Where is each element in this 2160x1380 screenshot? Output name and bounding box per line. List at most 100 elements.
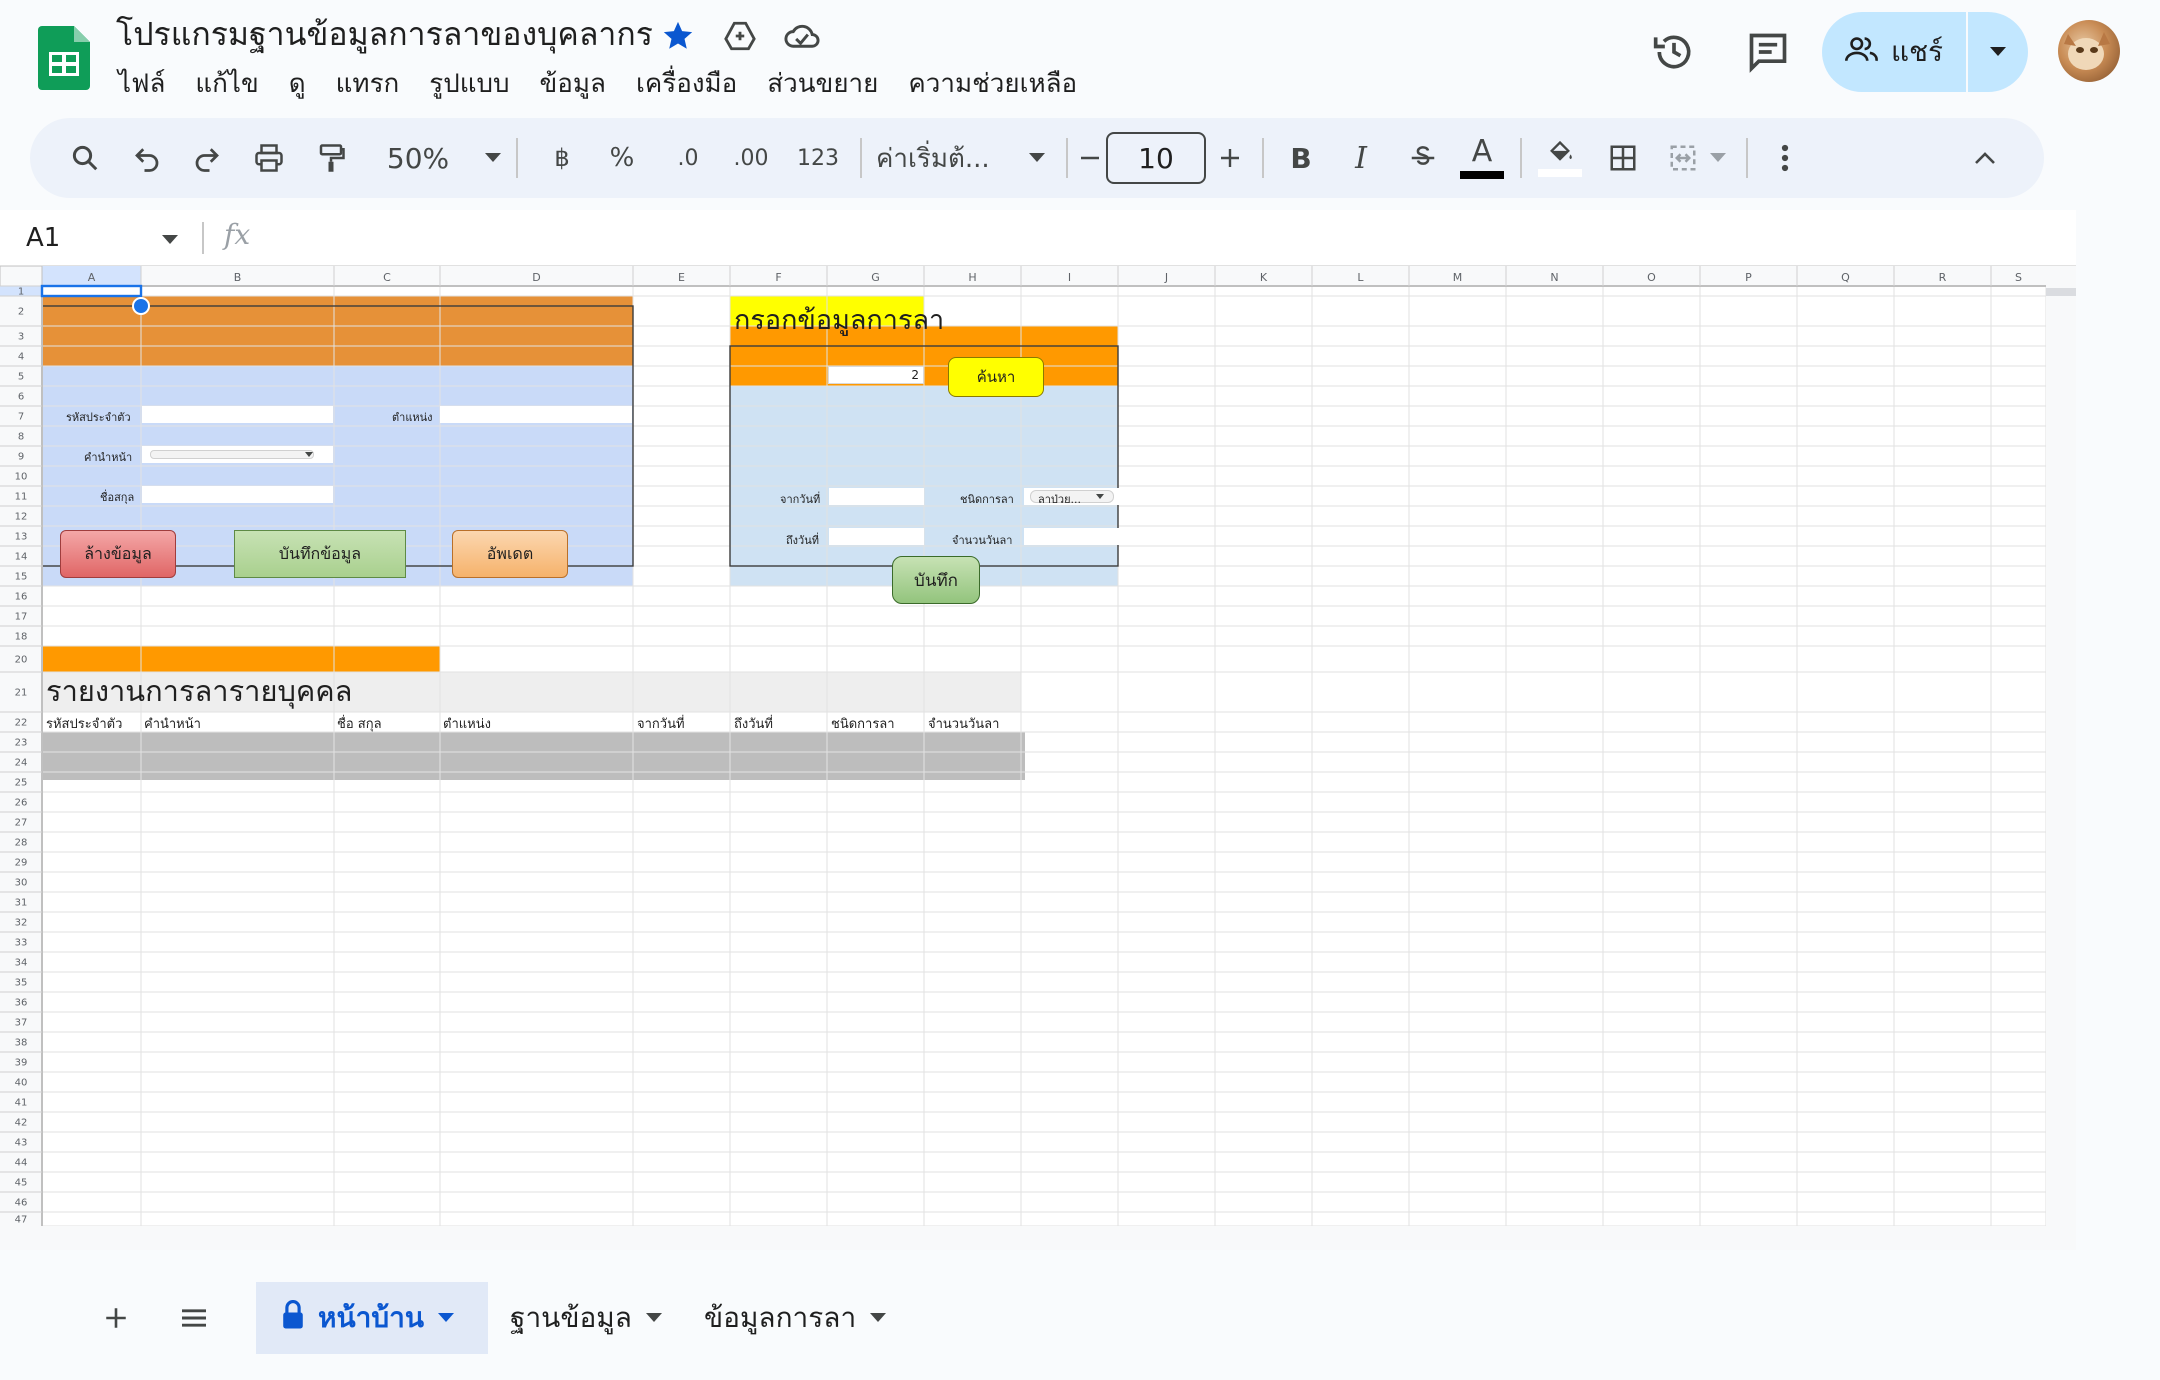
column-header-b: B [234, 271, 242, 284]
id-input[interactable] [142, 406, 333, 423]
all-sheets-icon[interactable] [164, 1282, 224, 1354]
menu-help[interactable]: ความช่วยเหลือ [893, 62, 1092, 106]
row-header-23: 23 [15, 738, 28, 749]
sheet-tab-leave-data[interactable]: ข้อมูลการลา [678, 1282, 912, 1354]
toolbar-divider [516, 138, 518, 178]
row-header-7: 7 [18, 412, 24, 423]
column-header-q: Q [1841, 271, 1850, 284]
row-header-31: 31 [15, 898, 28, 909]
bold-icon[interactable]: B [1276, 118, 1326, 198]
zoom-select[interactable]: 50% [368, 118, 468, 198]
decrease-decimal-button[interactable]: .0 [660, 118, 716, 198]
column-header-p: P [1745, 271, 1752, 284]
prefix-dropdown[interactable] [142, 446, 333, 463]
row-header-17: 17 [15, 612, 28, 623]
increase-decimal-button[interactable]: .00 [720, 118, 782, 198]
column-header-o: O [1647, 271, 1656, 284]
paint-format-icon[interactable] [306, 118, 356, 198]
position-input[interactable] [440, 406, 632, 423]
leave-type-dropdown[interactable]: ลาป่วย... [1024, 488, 1119, 506]
toolbar-divider [860, 138, 862, 178]
save-data-button[interactable]: บันทึกข้อมูล [234, 530, 406, 578]
menu-extensions[interactable]: ส่วนขยาย [752, 62, 893, 106]
menu-file[interactable]: ไฟล์ [118, 62, 180, 106]
strikethrough-icon[interactable] [1398, 118, 1448, 198]
search-button[interactable]: ค้นหา [948, 357, 1044, 397]
menu-tools[interactable]: เครื่องมือ [621, 62, 752, 106]
font-size-input[interactable]: 10 [1106, 132, 1206, 184]
row-header-18: 18 [15, 632, 28, 643]
row-header-6: 6 [18, 392, 24, 403]
zoom-dropdown-icon[interactable] [468, 118, 518, 198]
name-box-dropdown-icon[interactable] [162, 230, 178, 249]
menu-view[interactable]: ดู [274, 62, 321, 106]
update-button[interactable]: อัพเดต [452, 530, 568, 578]
menu-data[interactable]: ข้อมูล [525, 62, 621, 106]
vertical-scrollbar [2046, 266, 2076, 1226]
chevron-down-icon [437, 1313, 454, 1322]
clear-data-button[interactable]: ล้างข้อมูล [60, 530, 176, 578]
share-label: แชร์ [1890, 35, 1944, 68]
menu-edit[interactable]: แก้ไข [180, 62, 273, 106]
menu-format[interactable]: รูปแบบ [414, 62, 524, 106]
decrease-font-size-button[interactable] [1072, 118, 1108, 198]
search-icon[interactable] [60, 118, 110, 198]
history-icon[interactable] [1644, 22, 1704, 82]
add-sheet-icon[interactable] [86, 1282, 146, 1354]
share-dropdown-button[interactable] [1968, 12, 2028, 92]
collapse-icon[interactable] [1960, 118, 2010, 198]
chevron-down-icon [870, 1313, 887, 1322]
share-main-button[interactable]: แชร์ [1822, 12, 1966, 92]
merge-dropdown-icon[interactable] [1700, 118, 1736, 198]
report-col-position: ตำแหน่ง [443, 717, 491, 732]
sheet-tab-database[interactable]: ฐานข้อมูล [484, 1282, 688, 1354]
row-header-35: 35 [15, 978, 28, 989]
report-col-name: ชื่อ สกุล [337, 717, 382, 732]
name-box[interactable]: A1 [26, 210, 60, 266]
from-date-input[interactable] [829, 488, 924, 505]
text-color-icon[interactable]: A [1454, 118, 1510, 198]
report-title-band [42, 646, 440, 672]
sheet-tab-label: หน้าบ้าน [318, 1301, 424, 1334]
comment-icon[interactable] [1738, 22, 1798, 82]
font-family-dropdown-icon[interactable] [1020, 118, 1054, 198]
row-header-26: 26 [15, 798, 28, 809]
fill-color-icon[interactable] [1530, 118, 1590, 198]
leave-days-label: จำนวนวันลา [952, 534, 1013, 547]
number-format-button[interactable]: 123 [786, 118, 850, 198]
selection-handle [132, 297, 150, 315]
avatar[interactable] [2058, 20, 2120, 82]
cloud-saved-icon[interactable] [782, 16, 822, 56]
leave-days-input[interactable] [1024, 528, 1119, 545]
percent-format-button[interactable]: % [600, 118, 644, 198]
star-icon[interactable] [658, 16, 698, 56]
row-header-20: 20 [15, 655, 28, 666]
toolbar-divider [1066, 138, 1068, 178]
to-date-input[interactable] [829, 528, 924, 545]
row-header-33: 33 [15, 938, 28, 949]
menu-insert[interactable]: แทรก [321, 62, 415, 106]
print-icon[interactable] [244, 118, 294, 198]
save-leave-button[interactable]: บันทึก [892, 556, 980, 604]
font-family-select[interactable]: ค่าเริ่มต้... [876, 118, 1026, 198]
sheet-tab-home[interactable]: หน้าบ้าน [256, 1282, 488, 1354]
increase-font-size-button[interactable] [1212, 118, 1248, 198]
redo-icon[interactable] [182, 118, 232, 198]
undo-icon[interactable] [122, 118, 172, 198]
sheets-logo-icon[interactable] [38, 26, 90, 90]
move-to-drive-icon[interactable] [720, 16, 760, 56]
document-title[interactable]: โปรแกรมฐานข้อมูลการลาของบุคลากร [116, 10, 653, 58]
search-id-input[interactable]: 2 [828, 366, 924, 384]
borders-icon[interactable] [1596, 118, 1650, 198]
currency-format-button[interactable]: ฿ [540, 118, 584, 198]
row-header-44: 44 [15, 1158, 28, 1169]
fx-icon: fx [224, 218, 251, 251]
more-vert-icon[interactable] [1760, 118, 1810, 198]
column-header-j: J [1164, 271, 1168, 284]
name-input[interactable] [142, 486, 333, 503]
row-header-30: 30 [15, 878, 28, 889]
share-button[interactable]: แชร์ [1822, 12, 2028, 92]
spreadsheet-grid[interactable]: A B C D E F G H I J K L M N O P Q R S 1 2 3 4 5 6 7 8 9 10 11 12 13 14 15… [0, 266, 2076, 1250]
italic-icon[interactable]: I [1336, 118, 1386, 198]
row-header-28: 28 [15, 838, 28, 849]
